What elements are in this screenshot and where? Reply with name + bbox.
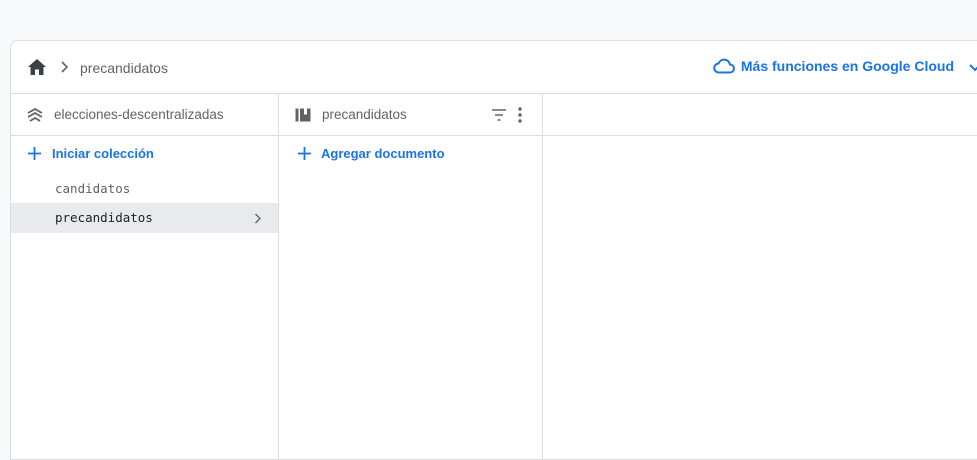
add-document-button[interactable]: Agregar documento [279, 136, 542, 170]
list-item-label: candidatos [55, 181, 131, 196]
add-document-label: Agregar documento [321, 146, 445, 161]
database-panel-header: elecciones-descentralizadas [11, 94, 278, 136]
filter-icon[interactable] [491, 108, 507, 122]
breadcrumb-current[interactable]: precandidatos [80, 60, 168, 76]
list-item-label: precandidatos [55, 210, 153, 225]
cloud-icon [713, 58, 735, 74]
plus-icon [298, 147, 311, 160]
document-panel [543, 94, 977, 459]
plus-icon [28, 147, 41, 160]
database-title: elecciones-descentralizadas [54, 107, 224, 122]
home-icon[interactable] [28, 59, 46, 75]
database-icon [27, 108, 43, 122]
chevron-right-icon [61, 61, 69, 73]
chevron-down-icon[interactable] [968, 63, 977, 73]
collection-item-precandidatos[interactable]: precandidatos [11, 203, 278, 233]
collection-item-candidatos[interactable]: candidatos [11, 174, 278, 204]
google-cloud-link[interactable]: Más funciones en Google Cloud [713, 58, 954, 74]
breadcrumb: precandidatos Más funciones en Google Cl… [11, 41, 977, 94]
google-cloud-link-label: Más funciones en Google Cloud [740, 58, 954, 74]
start-collection-button[interactable]: Iniciar colección [11, 136, 278, 170]
database-panel: elecciones-descentralizadas Iniciar cole… [11, 94, 279, 459]
document-panel-header [543, 94, 977, 136]
panels: elecciones-descentralizadas Iniciar cole… [11, 94, 977, 459]
collection-panel: precandidatos Agregar documento [279, 94, 543, 459]
more-vert-icon[interactable] [517, 106, 523, 124]
chevron-right-icon [255, 213, 261, 224]
collection-panel-header: precandidatos [279, 94, 542, 136]
firestore-data-viewer: precandidatos Más funciones en Google Cl… [10, 40, 977, 460]
collection-title: precandidatos [322, 107, 407, 122]
collection-icon [295, 108, 311, 122]
start-collection-label: Iniciar colección [52, 146, 154, 161]
